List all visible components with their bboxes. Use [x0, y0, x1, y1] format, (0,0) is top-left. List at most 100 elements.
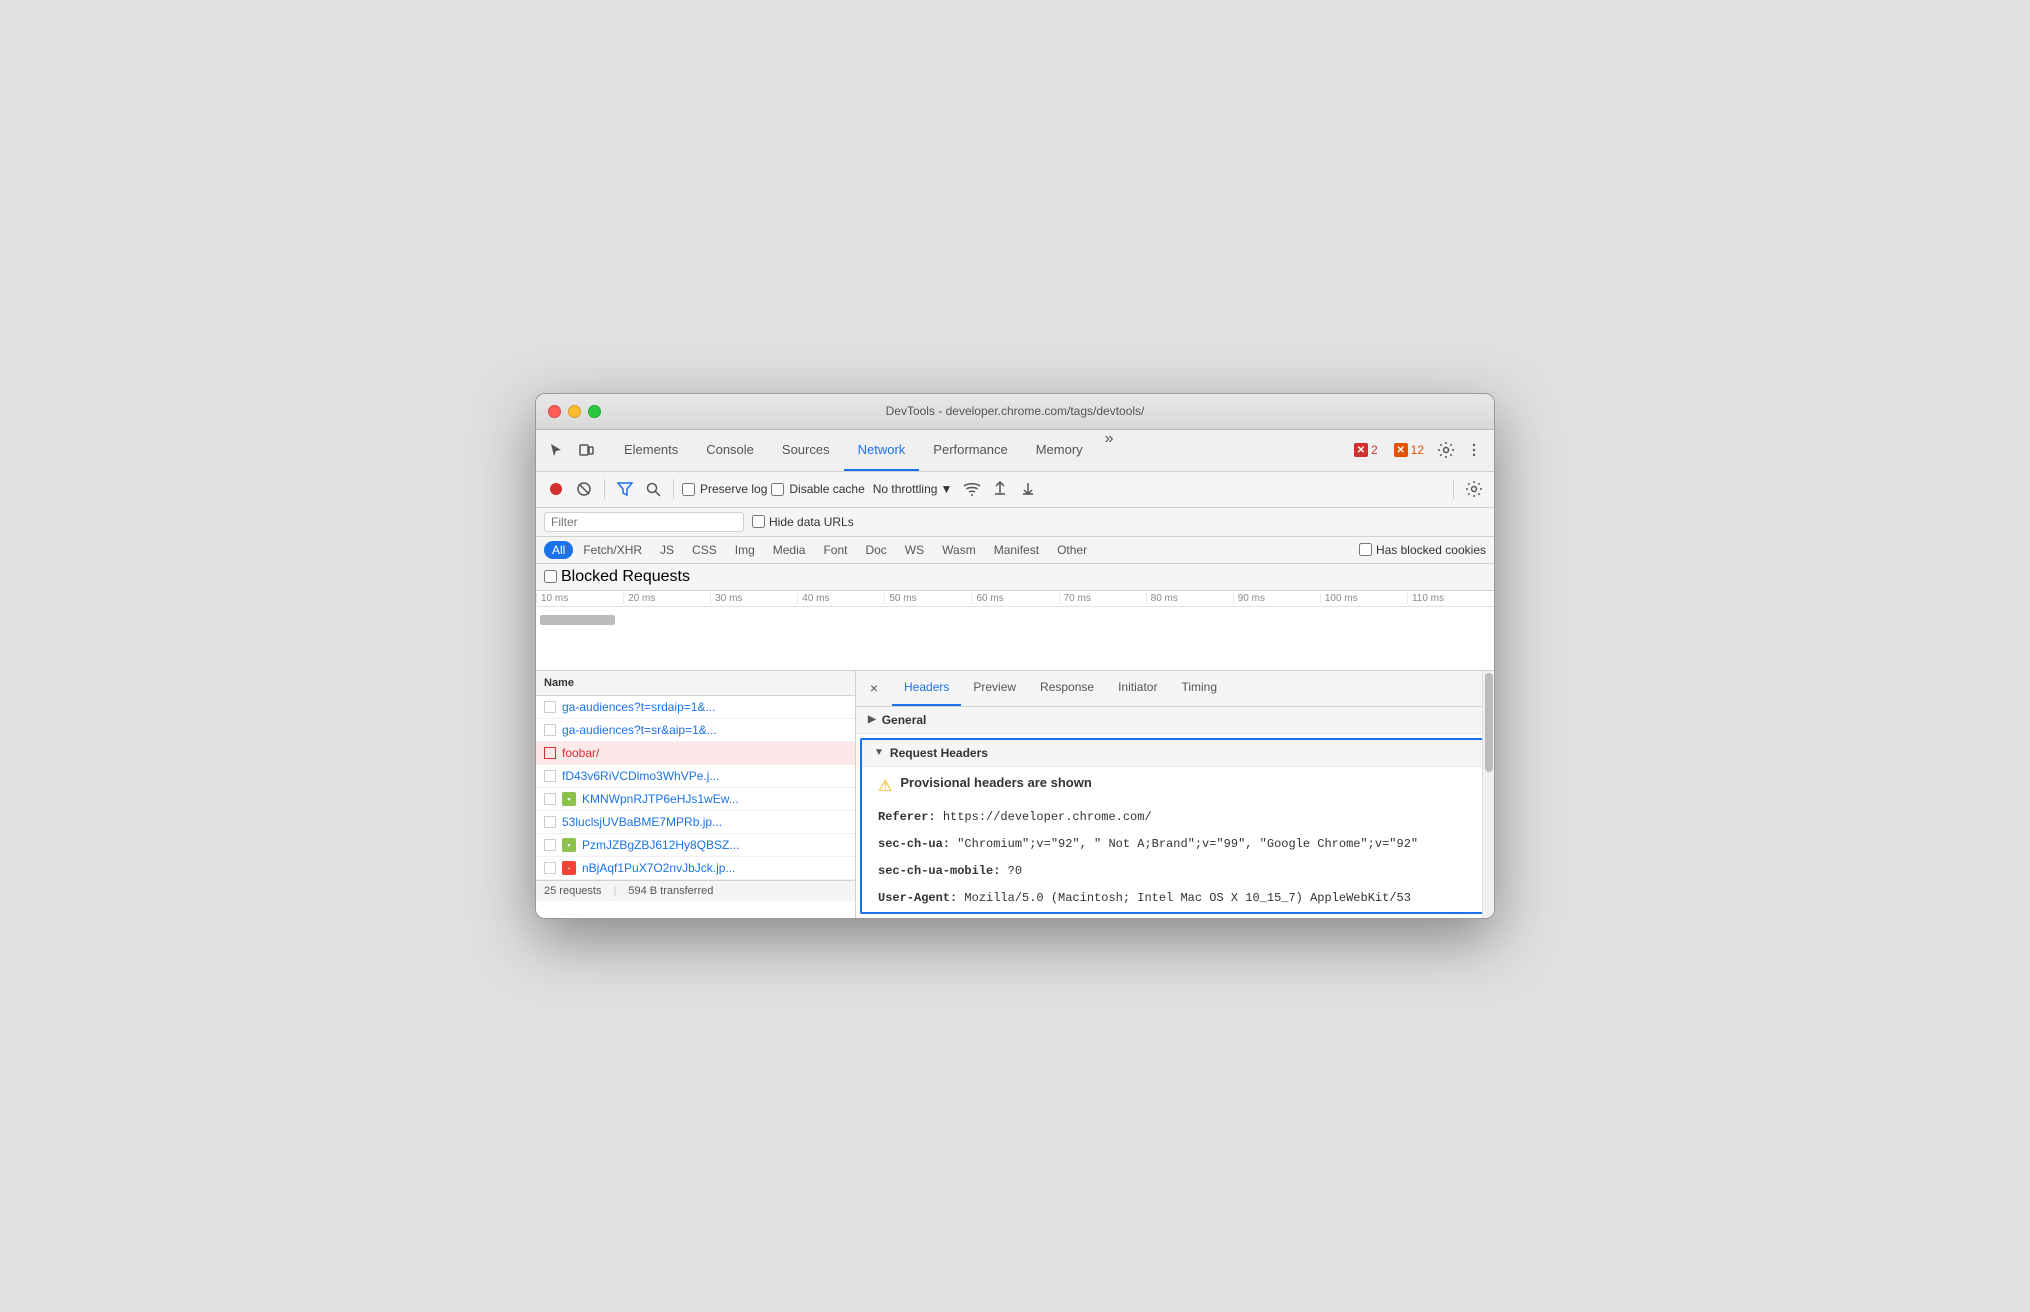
more-tabs-icon[interactable]: »: [1097, 430, 1122, 471]
tab-elements[interactable]: Elements: [610, 430, 692, 471]
type-btn-ws[interactable]: WS: [897, 541, 932, 559]
download-icon[interactable]: [1016, 477, 1040, 501]
list-item[interactable]: fD43v6RiVCDlmo3WhVPe.j...: [536, 765, 855, 788]
list-item[interactable]: 53luclsjUVBaBME7MPRb.jp...: [536, 811, 855, 834]
transferred-size: 594 B transferred: [628, 885, 713, 897]
list-item[interactable]: ▪ PzmJZBgZBJ612Hy8QBSZ...: [536, 834, 855, 857]
warning-count: 12: [1411, 443, 1424, 457]
toolbar-separator-1: [604, 479, 605, 499]
details-tab-timing[interactable]: Timing: [1169, 671, 1229, 706]
file-name: foobar/: [562, 746, 599, 760]
type-btn-wasm[interactable]: Wasm: [934, 541, 984, 559]
preserve-log-label[interactable]: Preserve log: [682, 482, 767, 496]
details-close-button[interactable]: ×: [864, 678, 884, 698]
file-checkbox[interactable]: [544, 747, 556, 759]
minimize-button[interactable]: [568, 405, 581, 418]
error-icon: ✕: [1354, 443, 1368, 457]
more-options-icon[interactable]: [1462, 438, 1486, 462]
record-button[interactable]: [544, 477, 568, 501]
type-btn-css[interactable]: CSS: [684, 541, 725, 559]
ruler-mark-5: 60 ms: [971, 593, 1058, 604]
requests-count: 25 requests: [544, 885, 601, 897]
blocked-requests-checkbox[interactable]: [544, 570, 557, 583]
filter-button[interactable]: [613, 477, 637, 501]
provisional-warning: ⚠ Provisional headers are shown: [862, 767, 1488, 804]
file-name: PzmJZBgZBJ612Hy8QBSZ...: [582, 838, 739, 852]
devtools-left-icons: [544, 438, 598, 462]
blocked-requests-label: Blocked Requests: [561, 568, 690, 586]
type-btn-doc[interactable]: Doc: [857, 541, 894, 559]
type-btn-media[interactable]: Media: [765, 541, 814, 559]
file-list: Name ga-audiences?t=srdaip=1&... ga-audi…: [536, 671, 856, 919]
close-button[interactable]: [548, 405, 561, 418]
cursor-icon[interactable]: [544, 438, 568, 462]
details-tab-response[interactable]: Response: [1028, 671, 1106, 706]
file-checkbox[interactable]: [544, 839, 556, 851]
details-tab-preview[interactable]: Preview: [961, 671, 1028, 706]
type-filter-right: Has blocked cookies: [1359, 543, 1486, 557]
list-item[interactable]: ga-audiences?t=srdaip=1&...: [536, 696, 855, 719]
tab-network[interactable]: Network: [844, 430, 920, 471]
filter-input-container[interactable]: [544, 512, 744, 532]
hide-data-urls-label[interactable]: Hide data URLs: [752, 515, 854, 529]
disable-cache-checkbox[interactable]: [771, 483, 784, 496]
settings-gear-icon[interactable]: [1434, 438, 1458, 462]
status-bar: 25 requests | 594 B transferred: [536, 880, 855, 901]
preserve-log-checkbox[interactable]: [682, 483, 695, 496]
title-bar: DevTools - developer.chrome.com/tags/dev…: [536, 394, 1494, 430]
throttle-select[interactable]: No throttling ▼: [869, 480, 957, 498]
file-checkbox[interactable]: [544, 770, 556, 782]
file-name: nBjAqf1PuX7O2nvJbJck.jp...: [582, 861, 735, 875]
request-headers-section: ▼ Request Headers ⚠ Provisional headers …: [860, 738, 1490, 915]
file-checkbox[interactable]: [544, 793, 556, 805]
type-btn-fetch-xhr[interactable]: Fetch/XHR: [575, 541, 650, 559]
type-btn-font[interactable]: Font: [815, 541, 855, 559]
list-item[interactable]: ga-audiences?t=sr&aip=1&...: [536, 719, 855, 742]
type-btn-other[interactable]: Other: [1049, 541, 1095, 559]
file-checkbox[interactable]: [544, 724, 556, 736]
devtools-right-icons: ✕ 2 ✕ 12: [1348, 438, 1486, 462]
file-checkbox[interactable]: [544, 701, 556, 713]
details-tab-headers[interactable]: Headers: [892, 671, 961, 706]
general-section-label: General: [882, 713, 927, 727]
has-blocked-cookies-checkbox[interactable]: [1359, 543, 1372, 556]
file-name: ga-audiences?t=sr&aip=1&...: [562, 723, 717, 737]
tab-performance[interactable]: Performance: [919, 430, 1021, 471]
request-headers-title[interactable]: ▼ Request Headers: [862, 740, 1488, 767]
type-btn-all[interactable]: All: [544, 541, 573, 559]
disable-cache-label[interactable]: Disable cache: [771, 482, 864, 496]
filter-input[interactable]: [551, 515, 737, 529]
scrollbar-thumb[interactable]: [1485, 673, 1493, 772]
type-btn-img[interactable]: Img: [727, 541, 763, 559]
error-badge[interactable]: ✕ 2: [1348, 441, 1384, 459]
file-checkbox[interactable]: [544, 816, 556, 828]
scrollbar-track[interactable]: [1482, 671, 1494, 919]
maximize-button[interactable]: [588, 405, 601, 418]
details-tab-initiator[interactable]: Initiator: [1106, 671, 1169, 706]
upload-icon[interactable]: [988, 477, 1012, 501]
list-item-selected[interactable]: foobar/: [536, 742, 855, 765]
ruler-mark-3: 40 ms: [797, 593, 884, 604]
list-item[interactable]: ▪ KMNWpnRJTP6eHJs1wEw...: [536, 788, 855, 811]
search-button[interactable]: [641, 477, 665, 501]
network-settings-icon[interactable]: [1462, 477, 1486, 501]
wifi-icon[interactable]: [960, 477, 984, 501]
img-favicon: ▪: [562, 792, 576, 806]
list-item[interactable]: - nBjAqf1PuX7O2nvJbJck.jp...: [536, 857, 855, 880]
general-section-header[interactable]: ▶ General: [856, 707, 1494, 734]
file-checkbox[interactable]: [544, 862, 556, 874]
type-btn-manifest[interactable]: Manifest: [986, 541, 1047, 559]
hide-data-urls-checkbox[interactable]: [752, 515, 765, 528]
block-url-button[interactable]: [572, 477, 596, 501]
tab-console[interactable]: Console: [692, 430, 768, 471]
has-blocked-cookies-label[interactable]: Has blocked cookies: [1359, 543, 1486, 557]
file-list-header: Name: [536, 671, 855, 696]
type-filter-bar: All Fetch/XHR JS CSS Img Media Font Doc …: [536, 537, 1494, 564]
warning-badge[interactable]: ✕ 12: [1388, 441, 1430, 459]
type-btn-js[interactable]: JS: [652, 541, 682, 559]
tab-sources[interactable]: Sources: [768, 430, 844, 471]
request-headers-triangle-icon: ▼: [874, 747, 884, 758]
tab-memory[interactable]: Memory: [1022, 430, 1097, 471]
device-toggle-icon[interactable]: [574, 438, 598, 462]
warning-icon: ✕: [1394, 443, 1408, 457]
